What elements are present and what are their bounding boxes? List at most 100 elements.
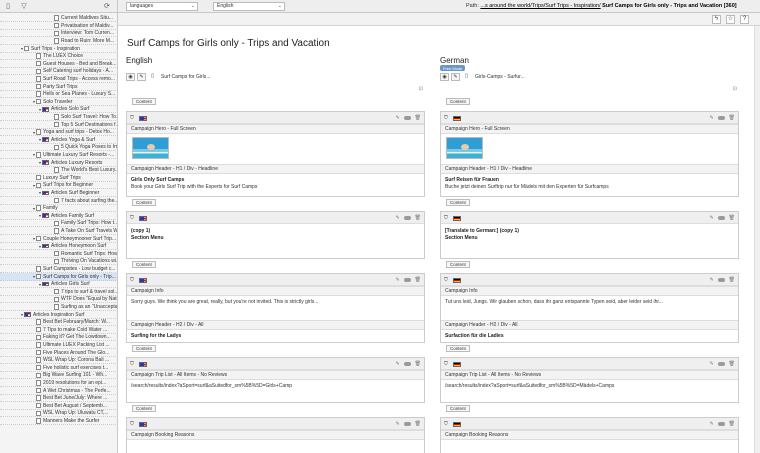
hide-toggle-icon[interactable] bbox=[403, 215, 411, 222]
tree-node[interactable]: The World's Best Luxury... bbox=[0, 167, 117, 175]
tree-node[interactable]: Five Places Around The Glo... bbox=[0, 349, 117, 357]
tree-node[interactable]: Surfing as an "Unaccepta... bbox=[0, 304, 117, 312]
delete-icon[interactable]: 🗑 bbox=[729, 215, 735, 222]
hide-toggle-icon[interactable] bbox=[717, 215, 725, 222]
add-content-button[interactable]: Content bbox=[132, 405, 156, 412]
tree-node[interactable]: Top 5 Surf Destinations f... bbox=[0, 121, 117, 129]
view-icon[interactable]: ◉ bbox=[126, 73, 135, 81]
tree-node[interactable]: ▾ Articles Yoga & Surf bbox=[0, 137, 117, 144]
tree-node[interactable]: Best Bet August / Septemb... bbox=[0, 403, 117, 410]
tree-node[interactable]: The LUEX Choice bbox=[0, 53, 117, 61]
settings-icon[interactable]: ⊡ bbox=[419, 86, 423, 92]
tree-node[interactable]: ▾ Articles Luxury Resorts bbox=[0, 159, 117, 167]
content-element[interactable]: ⛉ ✎ 🗑 Campaign Hero - Full Screen Campaign H… bbox=[440, 111, 739, 197]
tree-node[interactable]: Privatisation of Maldiv... bbox=[0, 23, 117, 30]
tree-node[interactable]: ▾ Surf Camps for Girls only - Trip... bbox=[0, 273, 117, 281]
refresh-icon[interactable]: ⟳ bbox=[104, 2, 110, 10]
tree-node[interactable]: 7 facts about surfing the... bbox=[0, 197, 117, 205]
delete-icon[interactable]: 🗑 bbox=[415, 421, 421, 428]
tree-node[interactable]: 7 Tips to make Cold Water ... bbox=[0, 327, 117, 334]
edit-icon[interactable]: ✎ bbox=[709, 361, 713, 368]
edit-icon[interactable]: ✎ bbox=[395, 361, 399, 368]
tree-node[interactable]: 7 tips to surf & travel sol... bbox=[0, 289, 117, 296]
edit-icon[interactable]: ✎ bbox=[395, 277, 399, 284]
delete-icon[interactable]: 🗑 bbox=[729, 277, 735, 284]
edit-icon[interactable]: ✎ bbox=[709, 215, 713, 222]
delete-icon[interactable]: 🗑 bbox=[729, 421, 735, 428]
edit-icon[interactable]: ✎ bbox=[709, 115, 713, 122]
tree-node[interactable]: Thriving On Vacations wi... bbox=[0, 258, 117, 266]
edit-icon[interactable]: ✎ bbox=[137, 73, 146, 81]
tree-node[interactable]: ▾ Yoga and surf trips - Detox Ho... bbox=[0, 129, 117, 137]
edit-icon[interactable]: ✎ bbox=[395, 421, 399, 428]
add-content-button[interactable]: Content bbox=[446, 405, 470, 412]
edit-icon[interactable]: ✎ bbox=[709, 421, 713, 428]
content-element[interactable]: ⛉ ✎ 🗑 Campaign Booking Reasons bbox=[440, 417, 739, 453]
delete-icon[interactable]: 🗑 bbox=[729, 115, 735, 122]
tree-node[interactable]: Current Maldives Situ... bbox=[0, 15, 117, 23]
tree-node[interactable]: ▾ Articles Inspiration Surf bbox=[0, 311, 117, 319]
tree-node[interactable]: Big Wave Surfing 101 - Wh... bbox=[0, 372, 117, 380]
star-icon[interactable]: ☆ bbox=[726, 15, 735, 24]
tree-node[interactable]: ▾ Ultimate Luxury Surf Resorts -... bbox=[0, 152, 117, 160]
tree-node[interactable]: ▾ Articles Solo Surf bbox=[0, 106, 117, 114]
tree-node[interactable]: ▾ Surf Trips - Inspiration bbox=[0, 45, 117, 53]
tree-node[interactable]: Interview: Tom Curren... bbox=[0, 30, 117, 38]
hide-toggle-icon[interactable] bbox=[717, 277, 725, 284]
content-scrollbar[interactable] bbox=[754, 26, 760, 453]
add-content-button[interactable]: Content bbox=[446, 345, 470, 352]
tree-node[interactable]: Best Bet February/March: W... bbox=[0, 319, 117, 327]
tree-node[interactable]: Ultimate LUEX Packing List ... bbox=[0, 342, 117, 350]
tree-node[interactable]: Family Surf Trips: How t... bbox=[0, 220, 117, 228]
tree-node[interactable]: WTF Does "Equal by Natu... bbox=[0, 296, 117, 304]
hide-toggle-icon[interactable] bbox=[403, 421, 411, 428]
tree-node[interactable]: Five holistic surf exercises t... bbox=[0, 365, 117, 372]
tree-node[interactable]: WSL Wrap Up: Uluwatu CT,... bbox=[0, 410, 117, 418]
hide-toggle-icon[interactable] bbox=[403, 361, 411, 368]
edit-icon[interactable]: ✎ bbox=[709, 277, 713, 284]
hide-toggle-icon[interactable] bbox=[717, 421, 725, 428]
tree-node[interactable]: ▾ Articles Family Surf bbox=[0, 213, 117, 220]
tree-node[interactable]: 5 Quick Yoga Poses to Im... bbox=[0, 144, 117, 152]
path-link[interactable]: ...s around the world/Trips/Surf Trips -… bbox=[480, 3, 600, 9]
add-content-button[interactable]: Content bbox=[446, 199, 470, 206]
edit-icon[interactable]: ✎ bbox=[395, 215, 399, 222]
delete-icon[interactable]: 🗑 bbox=[415, 115, 421, 122]
tree-node[interactable]: Best Bet June/July: Where ... bbox=[0, 395, 117, 403]
content-element[interactable]: ⛉ ✎ 🗑 [Translate to German:] (copy 1) Sectio… bbox=[440, 211, 739, 259]
tree-node[interactable]: Surf Road Trips - Access remo... bbox=[0, 76, 117, 84]
content-element[interactable]: ⛉ ✎ 🗑 Campaign Info Tut uns leid, Jungs. Wir… bbox=[440, 273, 739, 343]
content-element[interactable]: ⛉ ✎ 🗑 Campaign Info Sorry guys. We think you… bbox=[126, 273, 425, 343]
tree-node[interactable]: Road to Ruin: More M... bbox=[0, 38, 117, 46]
tree-node[interactable]: ▾ Articles Girls Surf bbox=[0, 281, 117, 289]
add-content-button[interactable]: Content bbox=[132, 98, 156, 105]
tree-node[interactable]: 2019 resolutions for an epi... bbox=[0, 380, 117, 388]
hide-toggle-icon[interactable] bbox=[717, 361, 725, 368]
edit-icon[interactable]: ✎ bbox=[395, 115, 399, 122]
delete-icon[interactable]: 🗑 bbox=[415, 361, 421, 368]
tree-node[interactable]: Surf Campsites - Low budget c... bbox=[0, 266, 117, 274]
tree-node[interactable]: Party Surf Trips bbox=[0, 83, 117, 91]
add-content-button[interactable]: Content bbox=[446, 98, 470, 105]
content-element[interactable]: ⛉ ✎ 🗑 Campaign Hero - Full Screen Campaign H… bbox=[126, 111, 425, 197]
tree-node[interactable]: Manners Make the Surfer bbox=[0, 418, 117, 426]
delete-icon[interactable]: 🗑 bbox=[415, 277, 421, 284]
tree-node[interactable]: ▾ Surf Trips for Beginner bbox=[0, 182, 117, 190]
tree-node[interactable]: Hells or Sea Planes - Luxury S... bbox=[0, 91, 117, 99]
content-element[interactable]: ⛉ ✎ 🗑 (copy 1) Section Menu bbox=[126, 211, 425, 259]
tree-node[interactable]: ▾ Articles Surf Beginner bbox=[0, 190, 117, 198]
help-icon[interactable]: ? bbox=[740, 15, 749, 24]
delete-icon[interactable]: 🗑 bbox=[729, 361, 735, 368]
tree-node[interactable]: Guest Houses - Bed and Break... bbox=[0, 61, 117, 68]
hide-toggle-icon[interactable] bbox=[403, 277, 411, 284]
view-icon[interactable]: ◉ bbox=[440, 73, 449, 81]
tree-node[interactable]: ▾ Couple Honeymooner Surf Trip... bbox=[0, 235, 117, 243]
tree-node[interactable]: WSL Wrap Up: Corona Bali ... bbox=[0, 357, 117, 365]
tree-node[interactable]: ▾ Solo Traveler bbox=[0, 99, 117, 106]
tree-node[interactable]: Romantic Surf Trips: How... bbox=[0, 251, 117, 258]
tree-node[interactable]: ▾ Family bbox=[0, 205, 117, 213]
tree-node[interactable]: A Take On Surf Travels W... bbox=[0, 228, 117, 236]
content-element[interactable]: ⛉ ✎ 🗑 Campaign Booking Reasons bbox=[126, 417, 425, 453]
content-element[interactable]: ⛉ ✎ 🗑 Campaign Trip List - All Items - No R… bbox=[126, 357, 425, 403]
tree-node[interactable]: A Wet Christmas - The Perfe... bbox=[0, 387, 117, 395]
